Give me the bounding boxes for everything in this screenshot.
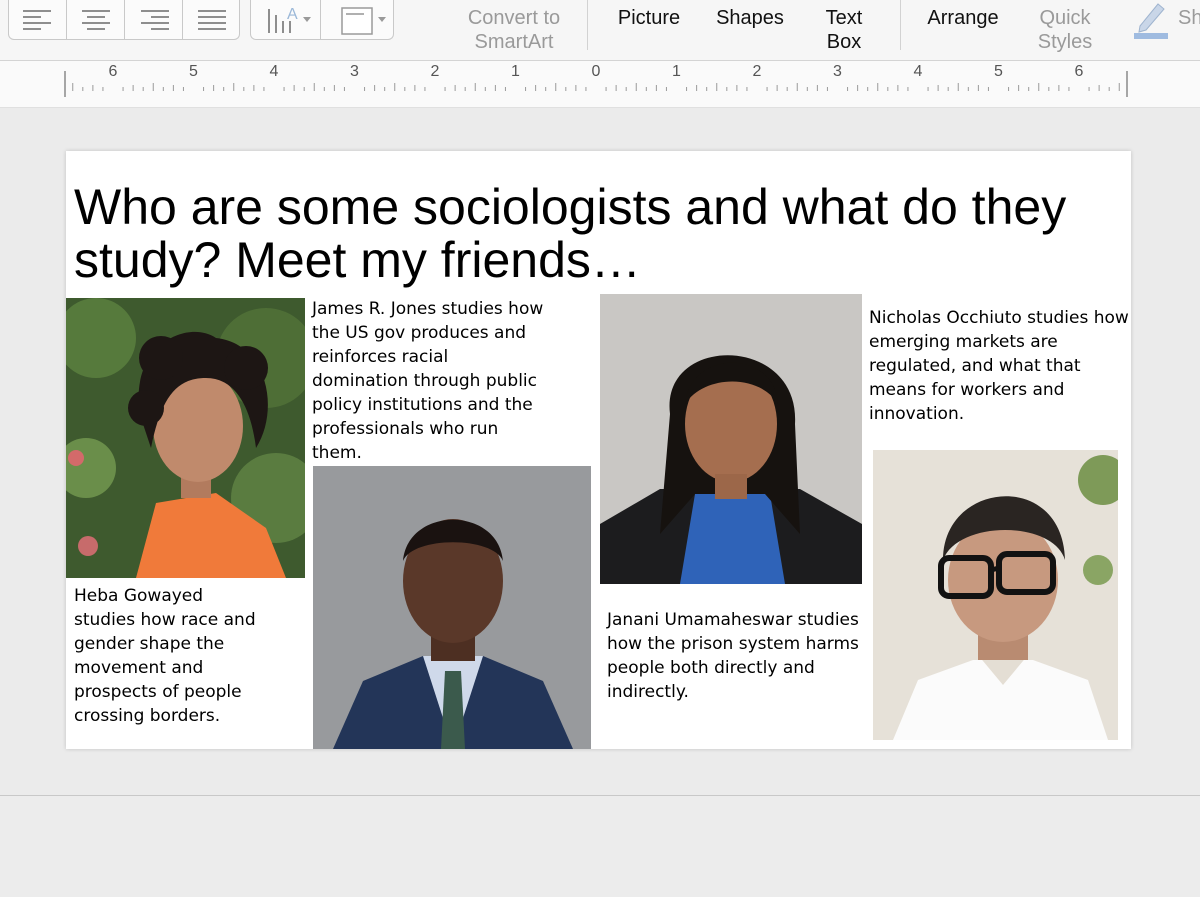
quick-styles-button[interactable]: Quick Styles: [1025, 6, 1105, 54]
align-left-button[interactable]: [9, 0, 67, 40]
ruler-number: 5: [189, 63, 198, 80]
caption-line: them.: [312, 443, 362, 463]
caption-line: policy institutions and the: [312, 395, 533, 415]
justify-icon: [197, 8, 227, 32]
caption-line: gender shape the: [74, 634, 225, 654]
picture-button[interactable]: Picture: [606, 6, 692, 30]
align-center-button[interactable]: [67, 0, 125, 40]
caption-heba-gowayed[interactable]: Heba Gowayed studies how race and gender s…: [74, 584, 314, 728]
ruler-number: 6: [1075, 63, 1084, 80]
caption-line: people both directly and: [607, 658, 815, 678]
ruler-number: 1: [511, 63, 520, 80]
convert-smartart-label-2: SmartArt: [474, 31, 554, 53]
photo-james-r-jones[interactable]: [313, 466, 591, 749]
caption-line: how the prison system harms: [607, 634, 859, 654]
ruler-scale: 6 5 4 3 2 1 0 1 2 3 4 5 6: [64, 63, 1128, 97]
align-center-icon: [81, 8, 111, 32]
notes-pane[interactable]: [0, 796, 1200, 897]
horizontal-ruler[interactable]: 6 5 4 3 2 1 0 1 2 3 4 5 6: [0, 61, 1200, 108]
text-direction-icon: A: [267, 6, 311, 33]
align-left-icon: [22, 8, 53, 32]
slide[interactable]: Who are some sociologists and what do th…: [66, 151, 1131, 749]
caption-line: innovation.: [869, 404, 965, 424]
caption-line: Janani Umamaheswar studies: [607, 610, 859, 630]
caption-line: prospects of people: [74, 682, 242, 702]
convert-smartart-button[interactable]: Convert to SmartArt: [455, 6, 573, 54]
text-box-label-2: Box: [826, 31, 862, 53]
caption-line: the US gov produces and: [312, 323, 527, 343]
caption-line: professionals who run: [312, 419, 499, 439]
toolbar-separator: [900, 0, 901, 50]
caption-james-r-jones[interactable]: James R. Jones studies how the US gov pro…: [312, 297, 592, 465]
ruler-number: 3: [833, 63, 842, 80]
ruler-number: 4: [914, 63, 923, 80]
svg-text:A: A: [287, 6, 298, 23]
shape-fill-label: Sh: [1178, 7, 1200, 29]
pencil-fill-icon: [1134, 3, 1168, 39]
paragraph-align-group: [8, 0, 240, 40]
caption-line: emerging markets are: [869, 332, 1058, 352]
ruler-number: 0: [592, 63, 601, 80]
ruler-number: 4: [270, 63, 279, 80]
text-layout-group: A: [250, 0, 394, 40]
text-direction-button[interactable]: A: [251, 0, 321, 40]
caption-line: regulated, and what that: [869, 356, 1081, 376]
ruler-number: 3: [350, 63, 359, 80]
align-right-button[interactable]: [125, 0, 183, 40]
align-right-icon: [139, 8, 169, 32]
text-box-label-1: Text: [825, 7, 863, 29]
caption-janani-umamaheswar[interactable]: Janani Umamaheswar studies how the prison…: [607, 608, 867, 704]
photo-heba-gowayed[interactable]: [66, 298, 305, 578]
photo-janani-umamaheswar[interactable]: [600, 294, 862, 584]
caption-line: crossing borders.: [74, 706, 221, 726]
caption-line: movement and: [74, 658, 204, 678]
ruler-number: 1: [672, 63, 681, 80]
caption-line: James R. Jones studies how: [312, 299, 544, 319]
convert-smartart-label-1: Convert to: [467, 7, 561, 29]
caption-line: means for workers and: [869, 380, 1065, 400]
arrange-button[interactable]: Arrange: [915, 6, 1011, 30]
caption-line: indirectly.: [607, 682, 689, 702]
quick-styles-label-2: Styles: [1037, 31, 1093, 53]
shape-fill-button[interactable]: Sh: [1128, 0, 1200, 40]
ruler-number: 5: [994, 63, 1003, 80]
toolbar-separator: [587, 0, 588, 50]
quick-styles-label-1: Quick: [1039, 7, 1091, 29]
text-box-button[interactable]: Text Box: [810, 6, 878, 54]
caption-line: reinforces racial: [312, 347, 449, 367]
shapes-button[interactable]: Shapes: [707, 6, 793, 30]
justify-button[interactable]: [183, 0, 241, 40]
caption-line: studies how race and: [74, 610, 256, 630]
photo-nicholas-occhiuto[interactable]: [873, 450, 1118, 740]
ribbon-toolbar: A Convert to SmartArt Picture Shapes Tex…: [0, 0, 1200, 61]
caption-nicholas-occhiuto[interactable]: Nicholas Occhiuto studies how emerging ma…: [869, 306, 1129, 426]
caption-line: Nicholas Occhiuto studies how: [869, 308, 1129, 328]
text-box-format-button[interactable]: [321, 0, 395, 40]
caption-line: domination through public: [312, 371, 537, 391]
ruler-number: 2: [431, 63, 440, 80]
text-box-format-icon: [341, 7, 386, 35]
ruler-number: 2: [753, 63, 762, 80]
ruler-number: 6: [109, 63, 118, 80]
caption-line: Heba Gowayed: [74, 586, 204, 606]
slide-title[interactable]: Who are some sociologists and what do th…: [74, 181, 1114, 287]
